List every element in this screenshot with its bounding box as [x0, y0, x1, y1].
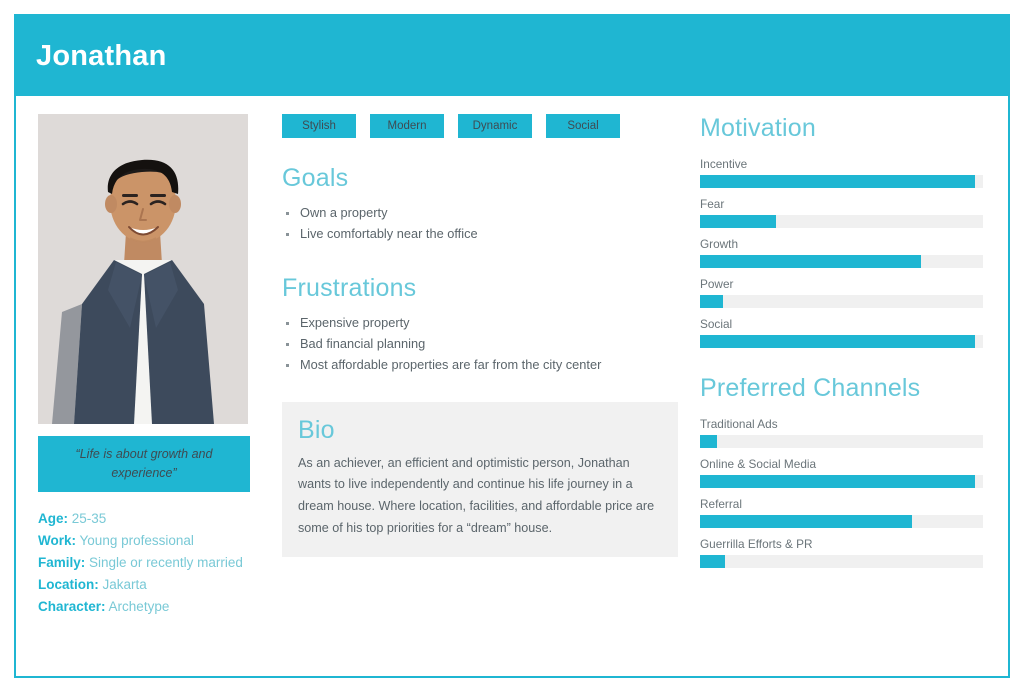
demographic-row: Character: Archetype: [38, 596, 253, 618]
motivation-bar-item: Incentive: [700, 157, 992, 188]
trait-tag-row: Stylish Modern Dynamic Social: [282, 114, 684, 138]
channel-bar-item: Online & Social Media: [700, 457, 992, 488]
quote-text: “Life is about growth and experience”: [75, 446, 213, 480]
channel-bar-item: Referral: [700, 497, 992, 528]
frustrations-section: Frustrations Expensive property Bad fina…: [282, 274, 684, 375]
demographic-value: 25-35: [71, 511, 107, 526]
bar-fill: [700, 215, 777, 228]
list-item: Bad financial planning: [282, 334, 684, 355]
bar-label: Power: [700, 277, 734, 291]
bar-track: [700, 475, 983, 488]
demographic-value: Archetype: [108, 599, 170, 614]
bio-paragraph: As an achiever, an efficient and optimis…: [298, 455, 655, 535]
bar-label: Growth: [700, 237, 739, 251]
demographic-key: Age:: [38, 511, 68, 526]
demographic-value: Young professional: [79, 533, 194, 548]
persona-photo: [38, 114, 248, 424]
bar-track: [700, 555, 983, 568]
bar-track: [700, 175, 983, 188]
bar-track: [700, 335, 983, 348]
trait-tag[interactable]: Modern: [370, 114, 444, 138]
bar-fill: [700, 555, 726, 568]
demographic-row: Location: Jakarta: [38, 574, 253, 596]
demographic-key: Family:: [38, 555, 86, 570]
card-body: “Life is about growth and experience” Ag…: [16, 96, 1008, 676]
list-item: Own a property: [282, 203, 684, 224]
demographic-value: Jakarta: [102, 577, 147, 592]
goals-list: Own a property Live comfortably near the…: [282, 203, 684, 244]
bar-label: Guerrilla Efforts & PR: [700, 537, 813, 551]
frustrations-list: Expensive property Bad financial plannin…: [282, 313, 684, 375]
demographic-row: Age: 25-35: [38, 508, 253, 530]
bar-track: [700, 215, 983, 228]
motivation-heading: Motivation: [700, 114, 816, 142]
trait-tag[interactable]: Stylish: [282, 114, 356, 138]
left-column: “Life is about growth and experience” Ag…: [16, 114, 264, 676]
bar-track: [700, 255, 983, 268]
list-item: Live comfortably near the office: [282, 224, 684, 245]
trait-tag[interactable]: Dynamic: [458, 114, 532, 138]
bar-label: Fear: [700, 197, 725, 211]
bar-fill: [700, 515, 913, 528]
motivation-bar-item: Power: [700, 277, 992, 308]
bar-fill: [700, 255, 921, 268]
middle-column: Stylish Modern Dynamic Social Goals Own …: [264, 114, 684, 676]
goals-section: Goals Own a property Live comfortably ne…: [282, 164, 684, 244]
bar-track: [700, 295, 983, 308]
motivation-bar-item: Social: [700, 317, 992, 348]
demographic-value: Single or recently married: [89, 555, 243, 570]
demographic-row: Work: Young professional: [38, 530, 253, 552]
persona-card: Jonathan “Life is about growth and exper…: [14, 14, 1010, 678]
right-column: Motivation Incentive Fear Growth Power S…: [684, 114, 1008, 676]
preferred-channels-section: Preferred Channels Traditional Ads Onlin…: [700, 374, 992, 568]
demographic-row: Family: Single or recently married: [38, 552, 253, 574]
trait-tag[interactable]: Social: [546, 114, 620, 138]
bar-fill: [700, 335, 975, 348]
card-header: Jonathan: [16, 16, 1008, 96]
list-item: Expensive property: [282, 313, 684, 334]
portrait-illustration: [38, 114, 248, 424]
demographic-key: Work:: [38, 533, 77, 548]
persona-quote: “Life is about growth and experience”: [38, 436, 250, 492]
preferred-channels-heading: Preferred Channels: [700, 374, 921, 402]
frustrations-heading: Frustrations: [282, 274, 417, 303]
bio-section: Bio As an achiever, an efficient and opt…: [282, 401, 678, 558]
bar-fill: [700, 475, 975, 488]
list-item: Most affordable properties are far from …: [282, 355, 684, 376]
bar-track: [700, 435, 983, 448]
bar-label: Social: [700, 317, 733, 331]
bar-label: Online & Social Media: [700, 457, 817, 471]
motivation-section: Motivation Incentive Fear Growth Power S…: [700, 114, 992, 348]
motivation-bar-item: Growth: [700, 237, 992, 268]
bar-fill: [700, 435, 717, 448]
bar-fill: [700, 175, 975, 188]
motivation-bar-item: Fear: [700, 197, 992, 228]
channel-bar-item: Traditional Ads: [700, 417, 992, 448]
bio-heading: Bio: [298, 415, 335, 444]
bar-track: [700, 515, 983, 528]
bar-fill: [700, 295, 723, 308]
demographic-key: Location:: [38, 577, 99, 592]
bar-label: Referral: [700, 497, 742, 511]
channel-bar-item: Guerrilla Efforts & PR: [700, 537, 992, 568]
bar-label: Incentive: [700, 157, 748, 171]
page-title: Jonathan: [36, 39, 167, 72]
demographic-key: Character:: [38, 599, 106, 614]
bar-label: Traditional Ads: [700, 417, 778, 431]
demographics-list: Age: 25-35 Work: Young professional Fami…: [38, 508, 253, 618]
goals-heading: Goals: [282, 164, 349, 192]
